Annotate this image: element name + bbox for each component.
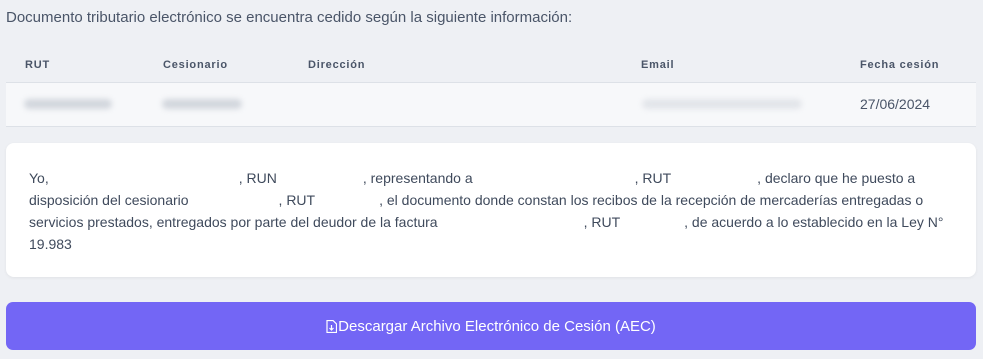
decl-representando: , representando a bbox=[362, 170, 473, 186]
header-cesionario: Cesionario bbox=[163, 59, 228, 71]
table-header: RUT Cesionario Dirección Email Fecha ces… bbox=[6, 44, 976, 83]
redacted-email bbox=[642, 99, 802, 109]
header-fecha-cesion: Fecha cesión bbox=[860, 59, 940, 71]
table-row: 27/06/2024 bbox=[6, 83, 976, 127]
intro-text: Documento tributario electrónico se encu… bbox=[6, 9, 573, 26]
download-aec-button[interactable]: Descargar Archivo Electrónico de Cesión … bbox=[6, 302, 976, 350]
decl-rut-2: , RUT bbox=[278, 192, 316, 208]
header-rut: RUT bbox=[25, 59, 51, 71]
header-email: Email bbox=[641, 59, 675, 71]
decl-rut-3: , RUT bbox=[583, 214, 621, 230]
cession-table: RUT Cesionario Dirección Email Fecha ces… bbox=[6, 44, 976, 127]
download-aec-label: Descargar Archivo Electrónico de Cesión … bbox=[338, 317, 656, 335]
redacted-cesionario bbox=[162, 99, 242, 109]
declaration-text: Yo,, RUN, representando a, RUT, declaro … bbox=[29, 167, 957, 255]
file-download-icon bbox=[326, 319, 338, 333]
cell-fecha-cesion: 27/06/2024 bbox=[860, 96, 931, 112]
declaration-card: Yo,, RUN, representando a, RUT, declaro … bbox=[6, 143, 976, 277]
redacted-rut bbox=[24, 99, 112, 109]
header-direccion: Dirección bbox=[308, 59, 366, 71]
decl-run: , RUN bbox=[238, 170, 277, 186]
decl-rut-1: , RUT bbox=[634, 170, 672, 186]
decl-yo: Yo, bbox=[29, 170, 49, 186]
